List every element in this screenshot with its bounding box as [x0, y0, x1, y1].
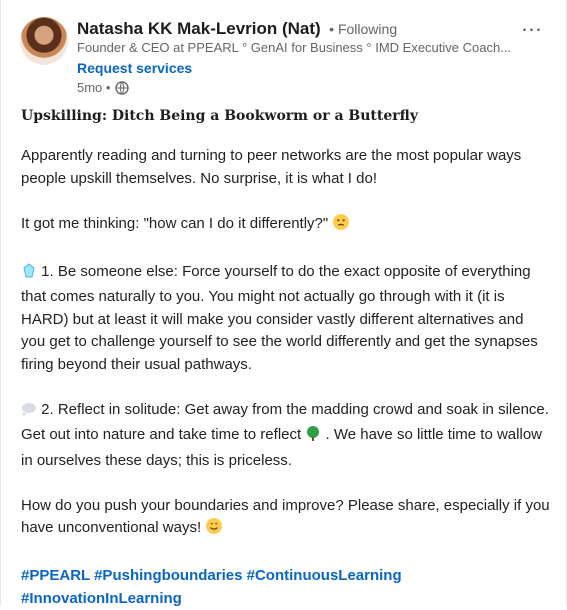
thought-bubble-icon	[21, 401, 37, 425]
paragraph-5-text: How do you push your boundaries and impr…	[21, 496, 550, 537]
hashtag-ppearl[interactable]: #PPEARL	[21, 567, 90, 584]
author-headline: Founder & CEO at PPEARL ° GenAI for Busi…	[77, 40, 512, 55]
paragraph-4: 2. Reflect in solitude: Get away from th…	[21, 399, 551, 473]
paragraph-3: 1. Be someone else: Force yourself to do…	[21, 261, 551, 377]
paragraph-3-text: 1. Be someone else: Force yourself to do…	[21, 262, 538, 373]
paragraph-1: Apparently reading and turning to peer n…	[21, 147, 522, 187]
hashtag-innovationinlearning[interactable]: #InnovationInLearning	[21, 590, 182, 607]
post-timestamp: 5mo •	[77, 80, 130, 95]
hashtags: #PPEARL #Pushingboundaries #ContinuousLe…	[21, 565, 551, 610]
post-card: Natasha KK Mak-Levrion (Nat) • Following…	[0, 0, 567, 607]
request-services-link[interactable]: Request services	[77, 60, 192, 76]
paragraph-5: How do you push your boundaries and impr…	[21, 495, 551, 543]
smiling-face-icon	[205, 517, 223, 543]
following-status: • Following	[329, 21, 398, 37]
tree-icon	[305, 426, 321, 450]
globe-icon	[115, 80, 130, 95]
hashtag-pushingboundaries[interactable]: #Pushingboundaries	[94, 567, 242, 584]
crystal-icon	[21, 262, 37, 287]
hashtag-continuouslearning[interactable]: #ContinuousLearning	[247, 567, 402, 584]
post-title: Upskilling: Ditch Being a Bookworm or a …	[21, 108, 418, 124]
post-header: Natasha KK Mak-Levrion (Nat) • Following…	[1, 0, 566, 100]
thinking-face-icon	[332, 213, 350, 239]
paragraph-2: It got me thinking: "how can I do it dif…	[21, 213, 551, 239]
more-horizontal-icon: …	[520, 11, 544, 36]
timestamp-text: 5mo •	[77, 80, 111, 95]
author-name[interactable]: Natasha KK Mak-Levrion (Nat)	[77, 19, 321, 38]
author-line: Natasha KK Mak-Levrion (Nat) • Following	[77, 19, 397, 39]
more-options-button[interactable]: …	[518, 11, 546, 36]
avatar[interactable]	[20, 17, 68, 65]
paragraph-2-text: It got me thinking: "how can I do it dif…	[21, 214, 329, 232]
post-content: Upskilling: Ditch Being a Bookworm or a …	[21, 100, 551, 610]
